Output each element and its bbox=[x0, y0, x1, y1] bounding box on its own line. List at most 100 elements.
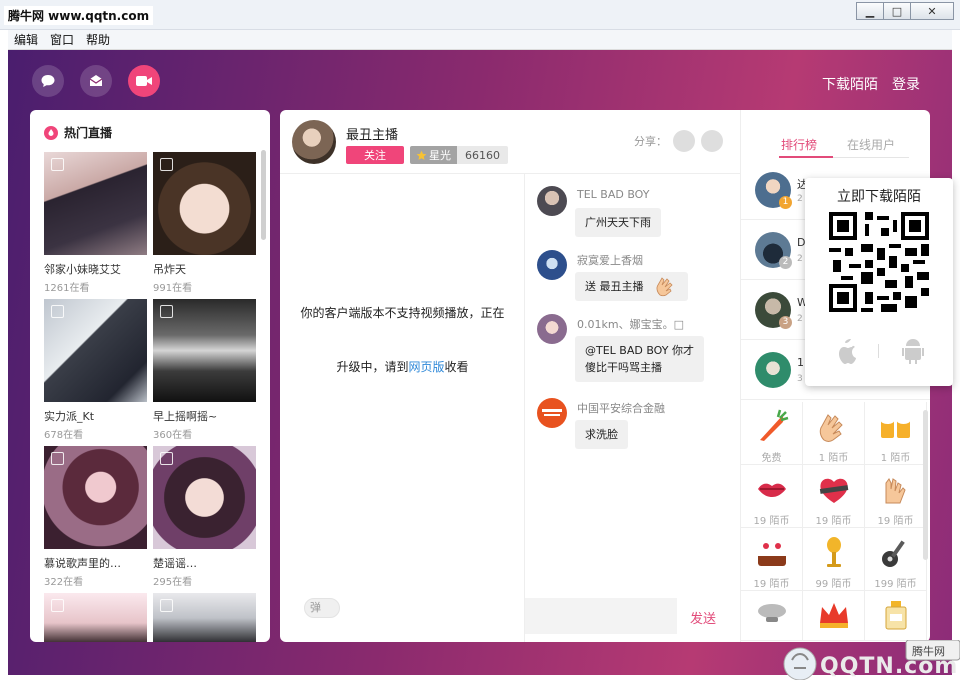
chat-input[interactable] bbox=[525, 598, 677, 634]
gift-item[interactable] bbox=[865, 591, 927, 641]
carrot-gift-icon bbox=[759, 409, 788, 441]
live-card[interactable]: 邻家小妹晓艾艾 1261在看 bbox=[44, 152, 147, 294]
live-card[interactable]: 早上摇啊摇~ 360在看 bbox=[153, 299, 256, 441]
gift-item[interactable]: 1 陌币 bbox=[803, 402, 865, 465]
minimize-button[interactable]: ▁ bbox=[856, 2, 884, 20]
gift-item[interactable]: 免费 bbox=[741, 402, 803, 465]
gift-item[interactable]: 199 陌币 bbox=[865, 528, 927, 591]
gift-item[interactable]: 19 陌币 bbox=[741, 465, 803, 528]
chat-avatar[interactable] bbox=[537, 250, 567, 280]
mail-nav-button[interactable] bbox=[80, 65, 112, 97]
tab-online-users[interactable]: 在线用户 bbox=[847, 136, 895, 153]
live-thumbnail[interactable] bbox=[44, 152, 147, 255]
unsupported-tail: 收看 bbox=[444, 360, 469, 374]
unsupported-line-2: 升级中，请到网页版收看 bbox=[280, 340, 525, 394]
close-button[interactable]: ✕ bbox=[910, 2, 954, 20]
gift-item[interactable]: 19 陌币 bbox=[865, 465, 927, 528]
weibo-share-icon[interactable] bbox=[673, 130, 695, 152]
chat-username: 0.01km、娜宝宝。□ bbox=[577, 318, 684, 331]
gift-item[interactable]: 19 陌币 bbox=[803, 465, 865, 528]
apple-icon bbox=[839, 339, 856, 364]
live-thumbnail[interactable] bbox=[153, 299, 256, 402]
live-views: 991在看 bbox=[153, 283, 193, 294]
lips-gift-icon bbox=[757, 483, 786, 497]
perfume-gift-icon bbox=[885, 601, 906, 630]
hot-live-title: 热门直播 bbox=[64, 126, 113, 140]
hot-live-header: 热门直播 bbox=[44, 124, 112, 141]
rank-number: 3 bbox=[779, 316, 792, 329]
clap-gift-icon bbox=[819, 414, 843, 442]
live-thumbnail[interactable] bbox=[44, 299, 147, 402]
host-bar: 最丑主播 关注 星光 66160 分享： bbox=[280, 110, 740, 174]
hot-live-scrollbar[interactable] bbox=[261, 150, 266, 240]
rank-sub: 3 bbox=[797, 374, 803, 384]
gift-price: 免费 bbox=[761, 453, 782, 464]
chat-nav-button[interactable] bbox=[32, 65, 64, 97]
gift-price: 99 陌币 bbox=[815, 579, 852, 590]
android-icon bbox=[902, 339, 924, 364]
wechat-share-icon[interactable] bbox=[701, 130, 723, 152]
hot-live-panel: 热门直播 邻家小妹晓艾艾 1261在看 吊炸天 991在看 实力派_Kt 678… bbox=[30, 110, 270, 642]
rank-number: 2 bbox=[779, 256, 792, 269]
gift-item[interactable] bbox=[741, 591, 803, 641]
phone-badge-icon bbox=[160, 158, 173, 171]
follow-button[interactable]: 关注 bbox=[346, 146, 404, 164]
host-name: 最丑主播 bbox=[346, 128, 399, 143]
menu-bar: 编辑 窗口 帮助 bbox=[8, 30, 952, 50]
tab-rank[interactable]: 排行榜 bbox=[781, 136, 817, 153]
live-card[interactable]: 实力派_Kt 678在看 bbox=[44, 299, 147, 441]
gift-item[interactable]: 1 陌币 bbox=[865, 402, 927, 465]
live-name: 吊炸天 bbox=[153, 263, 186, 276]
chat-username: TEL BAD BOY bbox=[577, 188, 650, 201]
video-unsupported-message: 你的客户端版本不支持视频播放，正在 升级中，请到网页版收看 bbox=[280, 286, 525, 394]
phone-badge-icon bbox=[160, 305, 173, 318]
phone-badge-icon bbox=[160, 452, 173, 465]
live-thumbnail[interactable] bbox=[153, 152, 256, 255]
download-popup-title: 立即下载陌陌 bbox=[837, 189, 921, 205]
download-momo-link[interactable]: 下载陌陌 bbox=[822, 74, 878, 94]
maximize-button[interactable]: □ bbox=[883, 2, 911, 20]
live-views: 322在看 bbox=[44, 577, 84, 588]
gift-price: 199 陌币 bbox=[874, 579, 917, 590]
phone-badge-icon bbox=[160, 599, 173, 612]
live-thumbnail[interactable] bbox=[44, 446, 147, 549]
chat-text: @TEL BAD BOY 你才 bbox=[585, 344, 694, 357]
gift-scrollbar[interactable] bbox=[923, 410, 928, 560]
envelope-icon bbox=[89, 75, 103, 86]
login-link[interactable]: 登录 bbox=[892, 74, 920, 94]
video-camera-icon bbox=[136, 76, 152, 86]
menu-help[interactable]: 帮助 bbox=[86, 31, 110, 48]
menu-edit[interactable]: 编辑 bbox=[14, 31, 38, 48]
starlight-badge: 星光 66160 bbox=[410, 146, 508, 164]
chat-avatar[interactable] bbox=[537, 398, 567, 428]
live-nav-button[interactable] bbox=[128, 65, 160, 97]
danmu-toggle[interactable]: 弹 bbox=[304, 598, 340, 618]
gift-item[interactable]: 19 陌币 bbox=[741, 528, 803, 591]
live-card[interactable]: 慕说歌声里的… 322在看 bbox=[44, 446, 147, 588]
live-card[interactable] bbox=[44, 593, 147, 642]
chat-avatar[interactable] bbox=[537, 314, 567, 344]
gift-price: 19 陌币 bbox=[815, 516, 852, 527]
menu-window[interactable]: 窗口 bbox=[50, 31, 74, 48]
live-name: 慕说歌声里的… bbox=[44, 557, 121, 570]
rank-sub: 2 bbox=[797, 254, 803, 264]
flame-icon bbox=[44, 125, 58, 140]
live-name: 早上摇啊摇~ bbox=[153, 410, 218, 423]
share-bar: 分享： bbox=[634, 130, 723, 152]
live-card[interactable]: 吊炸天 991在看 bbox=[153, 152, 256, 294]
live-views: 1261在看 bbox=[44, 283, 90, 294]
rank-sub: 2 bbox=[797, 314, 803, 324]
web-version-link[interactable]: 网页版 bbox=[408, 360, 444, 374]
live-card[interactable]: 楚谣谣… 295在看 bbox=[153, 446, 256, 588]
gift-item[interactable] bbox=[803, 591, 865, 641]
host-avatar[interactable] bbox=[292, 120, 336, 164]
live-card[interactable] bbox=[153, 593, 256, 642]
live-thumbnail[interactable] bbox=[44, 593, 147, 642]
video-area: 你的客户端版本不支持视频播放，正在 升级中，请到网页版收看 弹 bbox=[280, 174, 525, 642]
gift-item[interactable]: 99 陌币 bbox=[803, 528, 865, 591]
send-button[interactable]: 发送 bbox=[690, 608, 716, 627]
tab-active-indicator bbox=[779, 156, 833, 158]
chat-avatar[interactable] bbox=[537, 186, 567, 216]
live-thumbnail[interactable] bbox=[153, 593, 256, 642]
live-thumbnail[interactable] bbox=[153, 446, 256, 549]
